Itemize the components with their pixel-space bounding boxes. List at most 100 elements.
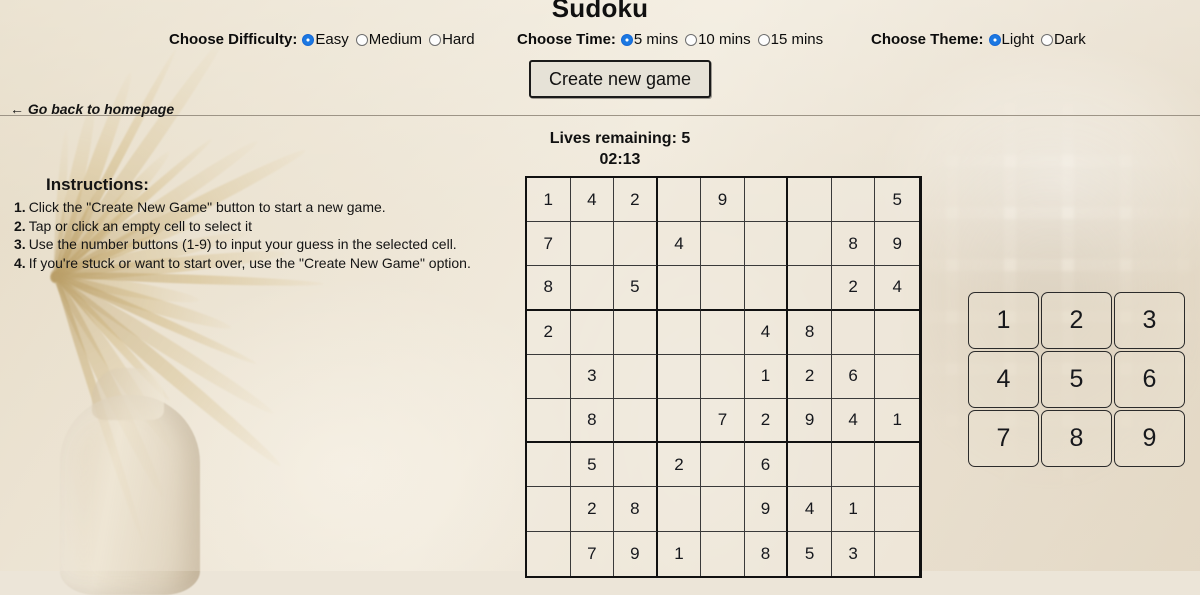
board-cell-r5-c6[interactable]: 1 xyxy=(744,354,789,399)
board-cell-r9-c5[interactable] xyxy=(701,531,745,576)
board-cell-r4-c2[interactable] xyxy=(570,310,615,355)
board-cell-r4-c3[interactable] xyxy=(614,310,658,355)
board-cell-r8-c9[interactable] xyxy=(875,487,919,532)
number-key-3[interactable]: 3 xyxy=(1114,292,1185,349)
board-cell-r2-c1[interactable]: 7 xyxy=(527,222,571,267)
radio-indicator-icon[interactable] xyxy=(1041,33,1054,46)
board-cell-r8-c4[interactable] xyxy=(657,487,702,532)
board-cell-r8-c1[interactable] xyxy=(527,487,571,532)
board-cell-r6-c8[interactable]: 4 xyxy=(831,398,876,444)
board-cell-r9-c8[interactable]: 3 xyxy=(831,531,876,576)
board-cell-r8-c5[interactable] xyxy=(701,487,745,532)
board-cell-r8-c7[interactable]: 4 xyxy=(788,487,832,532)
board-cell-r7-c7[interactable] xyxy=(788,443,832,488)
board-cell-r2-c6[interactable] xyxy=(744,222,789,267)
time-radio-15[interactable]: 15 mins xyxy=(757,31,823,48)
radio-indicator-icon[interactable] xyxy=(685,33,698,46)
board-cell-r2-c3[interactable] xyxy=(614,222,658,267)
radio-indicator-icon[interactable] xyxy=(757,33,770,46)
board-cell-r4-c9[interactable] xyxy=(875,310,919,355)
board-cell-r9-c6[interactable]: 8 xyxy=(744,531,789,576)
board-cell-r5-c1[interactable] xyxy=(527,354,571,399)
board-cell-r4-c1[interactable]: 2 xyxy=(527,310,571,355)
time-radio-5[interactable]: 5 mins xyxy=(620,31,678,48)
board-cell-r4-c6[interactable]: 4 xyxy=(744,310,789,355)
board-cell-r6-c6[interactable]: 2 xyxy=(744,398,789,444)
number-key-7[interactable]: 7 xyxy=(968,410,1039,467)
board-cell-r7-c4[interactable]: 2 xyxy=(657,443,702,488)
board-cell-r6-c3[interactable] xyxy=(614,398,658,444)
board-cell-r5-c9[interactable] xyxy=(875,354,919,399)
board-cell-r8-c3[interactable]: 8 xyxy=(614,487,658,532)
board-cell-r3-c3[interactable]: 5 xyxy=(614,266,658,311)
board-cell-r1-c8[interactable] xyxy=(831,178,876,223)
theme-radio-dark[interactable]: Dark xyxy=(1041,31,1086,48)
board-cell-r6-c1[interactable] xyxy=(527,398,571,444)
board-cell-r5-c4[interactable] xyxy=(657,354,702,399)
board-cell-r7-c1[interactable] xyxy=(527,443,571,488)
board-cell-r5-c7[interactable]: 2 xyxy=(788,354,832,399)
board-cell-r8-c2[interactable]: 2 xyxy=(570,487,615,532)
board-cell-r7-c8[interactable] xyxy=(831,443,876,488)
board-cell-r5-c8[interactable]: 6 xyxy=(831,354,876,399)
board-cell-r4-c7[interactable]: 8 xyxy=(788,310,832,355)
board-cell-r7-c5[interactable] xyxy=(701,443,745,488)
board-cell-r5-c2[interactable]: 3 xyxy=(570,354,615,399)
number-key-2[interactable]: 2 xyxy=(1041,292,1112,349)
difficulty-radio-easy[interactable]: Easy xyxy=(302,31,349,48)
sudoku-board[interactable]: 1429574898524248312687294152628941791853 xyxy=(525,176,922,578)
board-cell-r9-c3[interactable]: 9 xyxy=(614,531,658,576)
create-new-game-button[interactable]: Create new game xyxy=(529,60,711,98)
number-key-4[interactable]: 4 xyxy=(968,351,1039,408)
board-cell-r1-c4[interactable] xyxy=(657,178,702,223)
board-cell-r6-c5[interactable]: 7 xyxy=(701,398,745,444)
number-key-6[interactable]: 6 xyxy=(1114,351,1185,408)
board-cell-r6-c9[interactable]: 1 xyxy=(875,398,919,444)
radio-indicator-icon[interactable] xyxy=(620,33,633,46)
board-cell-r2-c2[interactable] xyxy=(570,222,615,267)
board-cell-r8-c8[interactable]: 1 xyxy=(831,487,876,532)
board-cell-r5-c5[interactable] xyxy=(701,354,745,399)
board-cell-r3-c5[interactable] xyxy=(701,266,745,311)
board-cell-r9-c7[interactable]: 5 xyxy=(788,531,832,576)
board-cell-r1-c1[interactable]: 1 xyxy=(527,178,571,223)
number-key-8[interactable]: 8 xyxy=(1041,410,1112,467)
board-cell-r4-c4[interactable] xyxy=(657,310,702,355)
board-cell-r3-c8[interactable]: 2 xyxy=(831,266,876,311)
number-key-5[interactable]: 5 xyxy=(1041,351,1112,408)
number-key-9[interactable]: 9 xyxy=(1114,410,1185,467)
theme-radio-light[interactable]: Light xyxy=(988,31,1034,48)
board-cell-r3-c4[interactable] xyxy=(657,266,702,311)
board-cell-r1-c7[interactable] xyxy=(788,178,832,223)
go-back-to-homepage-link[interactable]: ← Go back to homepage xyxy=(10,101,174,117)
board-cell-r9-c4[interactable]: 1 xyxy=(657,531,702,576)
board-cell-r7-c3[interactable] xyxy=(614,443,658,488)
radio-indicator-icon[interactable] xyxy=(988,33,1001,46)
board-cell-r3-c6[interactable] xyxy=(744,266,789,311)
board-cell-r1-c2[interactable]: 4 xyxy=(570,178,615,223)
radio-indicator-icon[interactable] xyxy=(302,33,315,46)
radio-indicator-icon[interactable] xyxy=(355,33,368,46)
board-cell-r1-c3[interactable]: 2 xyxy=(614,178,658,223)
board-cell-r9-c9[interactable] xyxy=(875,531,919,576)
time-radio-10[interactable]: 10 mins xyxy=(685,31,751,48)
difficulty-radio-medium[interactable]: Medium xyxy=(355,31,422,48)
board-cell-r7-c9[interactable] xyxy=(875,443,919,488)
board-cell-r2-c9[interactable]: 9 xyxy=(875,222,919,267)
board-cell-r7-c2[interactable]: 5 xyxy=(570,443,615,488)
board-cell-r2-c4[interactable]: 4 xyxy=(657,222,702,267)
board-cell-r9-c1[interactable] xyxy=(527,531,571,576)
radio-indicator-icon[interactable] xyxy=(429,33,442,46)
board-cell-r2-c8[interactable]: 8 xyxy=(831,222,876,267)
board-cell-r4-c5[interactable] xyxy=(701,310,745,355)
board-cell-r6-c2[interactable]: 8 xyxy=(570,398,615,444)
board-cell-r2-c5[interactable] xyxy=(701,222,745,267)
board-cell-r1-c5[interactable]: 9 xyxy=(701,178,745,223)
board-cell-r4-c8[interactable] xyxy=(831,310,876,355)
board-cell-r7-c6[interactable]: 6 xyxy=(744,443,789,488)
board-cell-r2-c7[interactable] xyxy=(788,222,832,267)
board-cell-r6-c7[interactable]: 9 xyxy=(788,398,832,444)
board-cell-r3-c7[interactable] xyxy=(788,266,832,311)
board-cell-r8-c6[interactable]: 9 xyxy=(744,487,789,532)
board-cell-r3-c1[interactable]: 8 xyxy=(527,266,571,311)
